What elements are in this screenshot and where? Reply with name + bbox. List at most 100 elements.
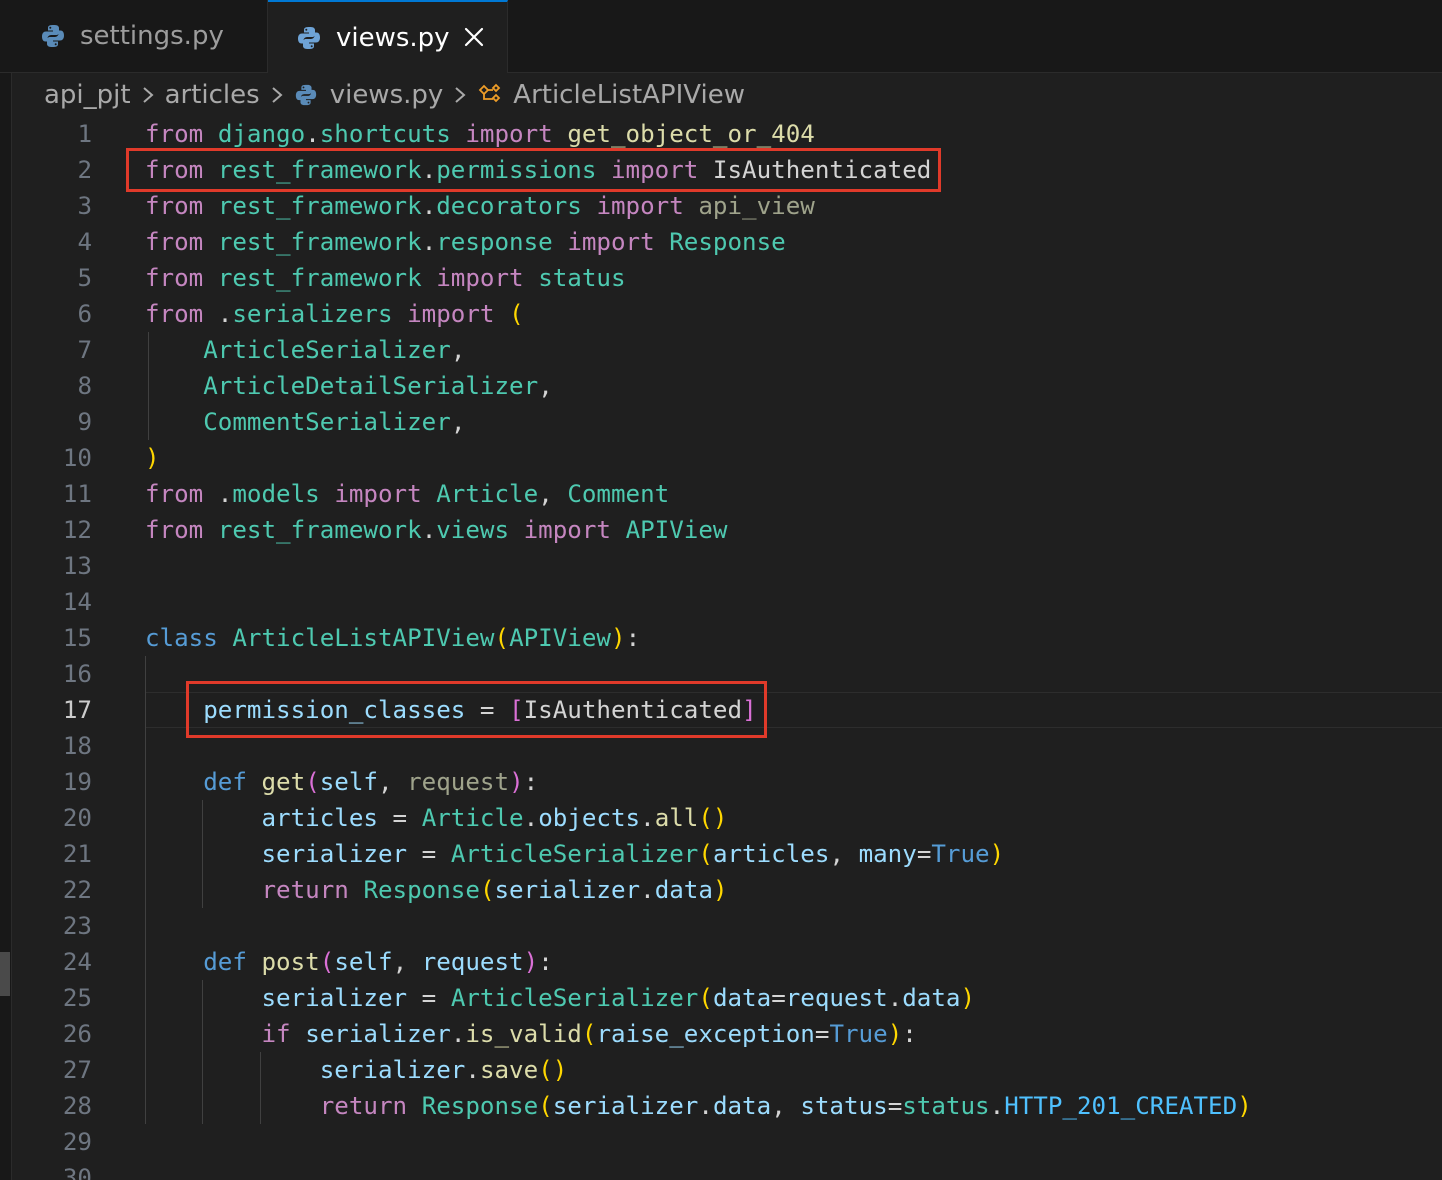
code-token: ( xyxy=(494,624,510,652)
line-number: 29 xyxy=(62,1128,92,1156)
line-number: 25 xyxy=(62,984,92,1012)
code-line[interactable]: 15 class ArticleListAPIView(APIView): xyxy=(12,620,1442,656)
code-token: ArticleSerializer xyxy=(203,336,451,364)
close-icon[interactable] xyxy=(461,24,487,50)
code-line[interactable]: 19 def get(self, request): xyxy=(12,764,1442,800)
code-token: Response xyxy=(363,876,480,904)
code-token: shortcuts xyxy=(319,120,451,148)
code-line[interactable]: 11 from .models import Article, Comment xyxy=(12,476,1442,512)
breadcrumb-item-api-pjt[interactable]: api_pjt xyxy=(44,80,131,110)
code-token: True xyxy=(829,1020,888,1048)
code-line[interactable]: 12 from rest_framework.views import APIVi… xyxy=(12,512,1442,548)
code-token: post xyxy=(261,948,320,976)
line-number: 11 xyxy=(62,480,92,508)
line-number: 14 xyxy=(62,588,92,616)
code-token: import xyxy=(465,120,553,148)
breadcrumb-item-class[interactable]: ArticleListAPIView xyxy=(477,80,745,110)
line-number: 13 xyxy=(62,552,92,580)
line-number: 19 xyxy=(62,768,92,796)
code-line[interactable]: 22 return Response(serializer.data) xyxy=(12,872,1442,908)
code-token: articles xyxy=(261,804,379,832)
code-line[interactable]: 7 ArticleSerializer, xyxy=(12,332,1442,368)
code-line[interactable]: 26 if serializer.is_valid(raise_exceptio… xyxy=(12,1016,1442,1052)
line-text: serializer = ArticleSerializer(data=requ… xyxy=(145,980,976,1016)
code-token: () xyxy=(538,1056,568,1084)
code-line[interactable]: 13 xyxy=(12,548,1442,584)
code-token: serializer xyxy=(494,876,641,904)
line-number: 28 xyxy=(62,1092,92,1120)
code-token: = xyxy=(771,984,786,1012)
code-line[interactable]: 8 ArticleDetailSerializer, xyxy=(12,368,1442,404)
tab-views-py[interactable]: views.py xyxy=(268,0,508,73)
code-token: serializer xyxy=(552,1092,699,1120)
code-line[interactable]: 4 from rest_framework.response import Res… xyxy=(12,224,1442,260)
line-number: 12 xyxy=(62,516,92,544)
code-line[interactable]: 3 from rest_framework.decorators import a… xyxy=(12,188,1442,224)
code-area[interactable]: 1 from django.shortcuts import get_object… xyxy=(12,116,1442,1180)
code-token: , xyxy=(450,408,466,436)
code-token: request xyxy=(407,768,510,796)
code-token: import xyxy=(334,480,422,508)
code-token: ) xyxy=(145,444,160,472)
code-token: data xyxy=(902,984,961,1012)
code-token: rest_framework xyxy=(217,192,422,220)
code-token: ( xyxy=(305,768,320,796)
tab-label: views.py xyxy=(336,22,450,53)
chevron-right-icon xyxy=(455,87,466,103)
line-text: articles = Article.objects.all() xyxy=(145,800,728,836)
code-line[interactable]: 24 def post(self, request): xyxy=(12,944,1442,980)
code-line[interactable]: 30 xyxy=(12,1160,1442,1180)
code-token: return xyxy=(261,876,349,904)
code-token: status xyxy=(538,264,626,292)
code-token: ( xyxy=(581,1020,597,1048)
code-line[interactable]: 1 from django.shortcuts import get_object… xyxy=(12,116,1442,152)
code-token: ) xyxy=(523,948,539,976)
code-line[interactable]: 14 xyxy=(12,584,1442,620)
code-token: status xyxy=(902,1092,990,1120)
code-token: Article xyxy=(421,804,524,832)
code-line[interactable]: 10) xyxy=(12,440,1442,476)
code-token: ) xyxy=(712,876,728,904)
code-token: def xyxy=(203,948,247,976)
line-text: def get(self, request): xyxy=(145,764,538,800)
code-line[interactable]: 23 xyxy=(12,908,1442,944)
code-line[interactable]: 29 xyxy=(12,1124,1442,1160)
code-token: , xyxy=(829,840,859,868)
breadcrumb-item-articles[interactable]: articles xyxy=(165,80,260,110)
code-token: ) xyxy=(509,768,524,796)
code-token: return xyxy=(319,1092,408,1120)
annotation-box-import xyxy=(126,148,941,192)
code-line[interactable]: 21 serializer = ArticleSerializer(articl… xyxy=(12,836,1442,872)
code-token: ( xyxy=(509,300,524,328)
code-token: , xyxy=(450,336,466,364)
line-text: from rest_framework.response import Resp… xyxy=(145,224,786,260)
code-token: ArticleDetailSerializer xyxy=(203,372,539,400)
code-token: all xyxy=(654,804,699,832)
code-line[interactable]: 20 articles = Article.objects.all() xyxy=(12,800,1442,836)
code-token: . xyxy=(640,804,655,832)
code-line[interactable]: 28 return Response(serializer.data, stat… xyxy=(12,1088,1442,1124)
tab-settings-py[interactable]: settings.py xyxy=(12,0,268,72)
code-token: Comment xyxy=(567,480,670,508)
annotation-box-permission-classes xyxy=(186,681,767,738)
code-line[interactable]: 9 CommentSerializer, xyxy=(12,404,1442,440)
code-line[interactable]: 25 serializer = ArticleSerializer(data=r… xyxy=(12,980,1442,1016)
code-token: django xyxy=(217,120,306,148)
code-token: . xyxy=(421,228,437,256)
code-line[interactable]: 5 from rest_framework import status xyxy=(12,260,1442,296)
line-text: return Response(serializer.data, status=… xyxy=(145,1088,1252,1124)
line-number: 8 xyxy=(77,372,92,400)
code-line[interactable]: 6 from .serializers import ( xyxy=(12,296,1442,332)
breadcrumb-item-views-py[interactable]: views.py xyxy=(294,80,443,110)
code-line[interactable]: 27 serializer.save() xyxy=(12,1052,1442,1088)
